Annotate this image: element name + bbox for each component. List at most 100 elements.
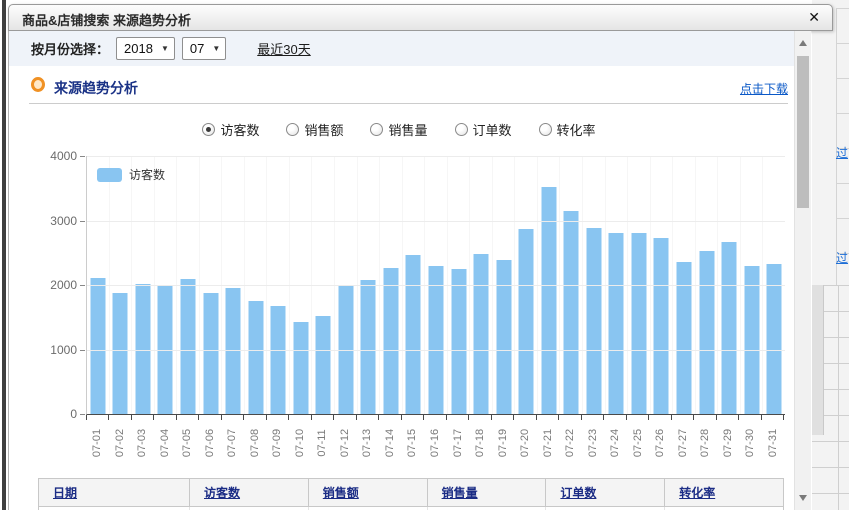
- bar-07-06[interactable]: [203, 293, 218, 414]
- table-header-orders[interactable]: 订单数: [545, 479, 664, 506]
- bar-07-26[interactable]: [654, 238, 669, 414]
- x-axis-tick-label: 07-08: [249, 429, 261, 457]
- y-axis-labels: 01000200030004000: [9, 156, 79, 414]
- x-label-cell: 07-11: [311, 422, 334, 472]
- bar-07-24[interactable]: [609, 233, 624, 414]
- bar-07-18[interactable]: [474, 254, 489, 414]
- table-header-conversion-rate[interactable]: 转化率: [664, 479, 783, 506]
- radio-sales-amount[interactable]: 销售额: [286, 120, 343, 139]
- x-axis-tick-label: 07-13: [361, 429, 373, 457]
- recent-30-days-link[interactable]: 最近30天: [257, 39, 310, 58]
- scroll-up-icon[interactable]: [799, 40, 807, 46]
- x-axis-tick: [716, 415, 738, 420]
- radio-label: 销售额: [304, 120, 343, 139]
- radio-circle-icon[interactable]: [202, 123, 215, 136]
- x-label-cell: 07-24: [604, 422, 627, 472]
- y-axis-tick-label: 3000: [50, 214, 77, 228]
- x-axis-tick-label: 07-24: [609, 429, 621, 457]
- x-axis-tick: [86, 415, 108, 420]
- x-axis-tick: [131, 415, 153, 420]
- radio-circle-icon[interactable]: [539, 123, 552, 136]
- bar-07-20[interactable]: [519, 229, 534, 414]
- x-axis-tick-label: 07-30: [744, 429, 756, 457]
- radio-visitors[interactable]: 访客数: [202, 120, 259, 139]
- x-axis-ticks: [86, 415, 784, 420]
- x-label-cell: 07-06: [199, 422, 222, 472]
- bar-07-17[interactable]: [451, 269, 466, 414]
- bar-07-11[interactable]: [316, 316, 331, 414]
- x-label-cell: 07-29: [716, 422, 739, 472]
- chevron-down-icon: ▼: [161, 44, 169, 53]
- scroll-down-icon[interactable]: [799, 495, 807, 501]
- table-header-row: 日期 访客数 销售额销售量订单数转化率: [38, 478, 784, 507]
- radio-sales-volume[interactable]: 销售量: [370, 120, 427, 139]
- x-axis-tick: [153, 415, 175, 420]
- x-label-cell: 07-27: [671, 422, 694, 472]
- section-header: 来源趋势分析 点击下载: [29, 66, 788, 104]
- table-header-label: 日期: [53, 484, 77, 501]
- download-link[interactable]: 点击下载: [740, 80, 788, 97]
- year-select[interactable]: 2018 ▼: [116, 37, 175, 60]
- x-axis-tick-label: 07-17: [452, 429, 464, 457]
- x-axis-tick: [423, 415, 445, 420]
- gridline: [87, 221, 785, 222]
- bar-07-07[interactable]: [226, 288, 241, 414]
- x-axis-tick: [626, 415, 648, 420]
- bar-07-30[interactable]: [744, 266, 759, 414]
- radio-orders[interactable]: 订单数: [455, 120, 512, 139]
- chart-plot-area: [86, 156, 785, 415]
- month-select-label: 按月份选择：: [31, 39, 109, 58]
- x-axis-tick-label: 07-28: [699, 429, 711, 457]
- close-icon[interactable]: ✕: [808, 9, 820, 26]
- bar-07-15[interactable]: [406, 255, 421, 414]
- month-select[interactable]: 07 ▼: [182, 37, 226, 60]
- x-axis-tick-label: 07-11: [316, 429, 328, 456]
- bar-07-23[interactable]: [586, 228, 601, 414]
- x-axis-tick: [513, 415, 535, 420]
- radio-circle-icon[interactable]: [455, 123, 468, 136]
- bar-07-13[interactable]: [361, 280, 376, 414]
- table-header-sales-volume[interactable]: 销售量: [427, 479, 546, 506]
- bar-07-31[interactable]: [767, 264, 782, 414]
- bar-07-29[interactable]: [722, 242, 737, 414]
- x-axis-tick: [221, 415, 243, 420]
- x-axis-tick-label: 07-23: [587, 429, 599, 457]
- x-label-cell: 07-05: [176, 422, 199, 472]
- table-header-date[interactable]: 日期: [39, 479, 189, 506]
- bar-07-14[interactable]: [383, 268, 398, 414]
- x-axis-tick-label: 07-05: [181, 429, 193, 457]
- bar-07-10[interactable]: [293, 322, 308, 414]
- bar-07-16[interactable]: [428, 266, 443, 414]
- bar-07-19[interactable]: [496, 260, 511, 414]
- bar-07-01[interactable]: [90, 278, 105, 414]
- radio-circle-icon[interactable]: [370, 123, 383, 136]
- bar-07-25[interactable]: [631, 233, 646, 414]
- x-label-cell: 07-13: [356, 422, 379, 472]
- month-filter-row: 按月份选择： 2018 ▼ 07 ▼ 最近30天: [9, 31, 810, 66]
- x-axis-tick-label: 07-22: [564, 429, 576, 457]
- x-label-cell: 07-14: [379, 422, 402, 472]
- x-axis-tick: [108, 415, 130, 420]
- table-header-label: 访客数: [204, 484, 240, 501]
- bar-07-28[interactable]: [699, 251, 714, 414]
- x-label-cell: 07-10: [289, 422, 312, 472]
- dialog-scrollbar[interactable]: [794, 31, 811, 510]
- radio-conversion-rate[interactable]: 转化率: [539, 120, 596, 139]
- bar-07-08[interactable]: [248, 301, 263, 414]
- bar-07-05[interactable]: [180, 279, 195, 414]
- x-axis-tick: [558, 415, 580, 420]
- x-axis-tick: [311, 415, 333, 420]
- table-header-sales-amount[interactable]: 销售额: [308, 479, 427, 506]
- x-label-cell: 07-22: [559, 422, 582, 472]
- scrollbar-thumb[interactable]: [797, 56, 809, 208]
- table-header-visitors[interactable]: 访客数: [189, 479, 308, 506]
- bar-07-09[interactable]: [271, 306, 286, 414]
- x-axis-tick: [581, 415, 603, 420]
- radio-circle-icon[interactable]: [286, 123, 299, 136]
- bar-07-02[interactable]: [113, 293, 128, 414]
- year-select-value: 2018: [124, 41, 153, 56]
- x-axis-tick-label: 07-14: [384, 429, 396, 457]
- x-label-cell: 07-26: [649, 422, 672, 472]
- chart-legend[interactable]: 访客数: [97, 166, 165, 183]
- bar-07-22[interactable]: [564, 211, 579, 414]
